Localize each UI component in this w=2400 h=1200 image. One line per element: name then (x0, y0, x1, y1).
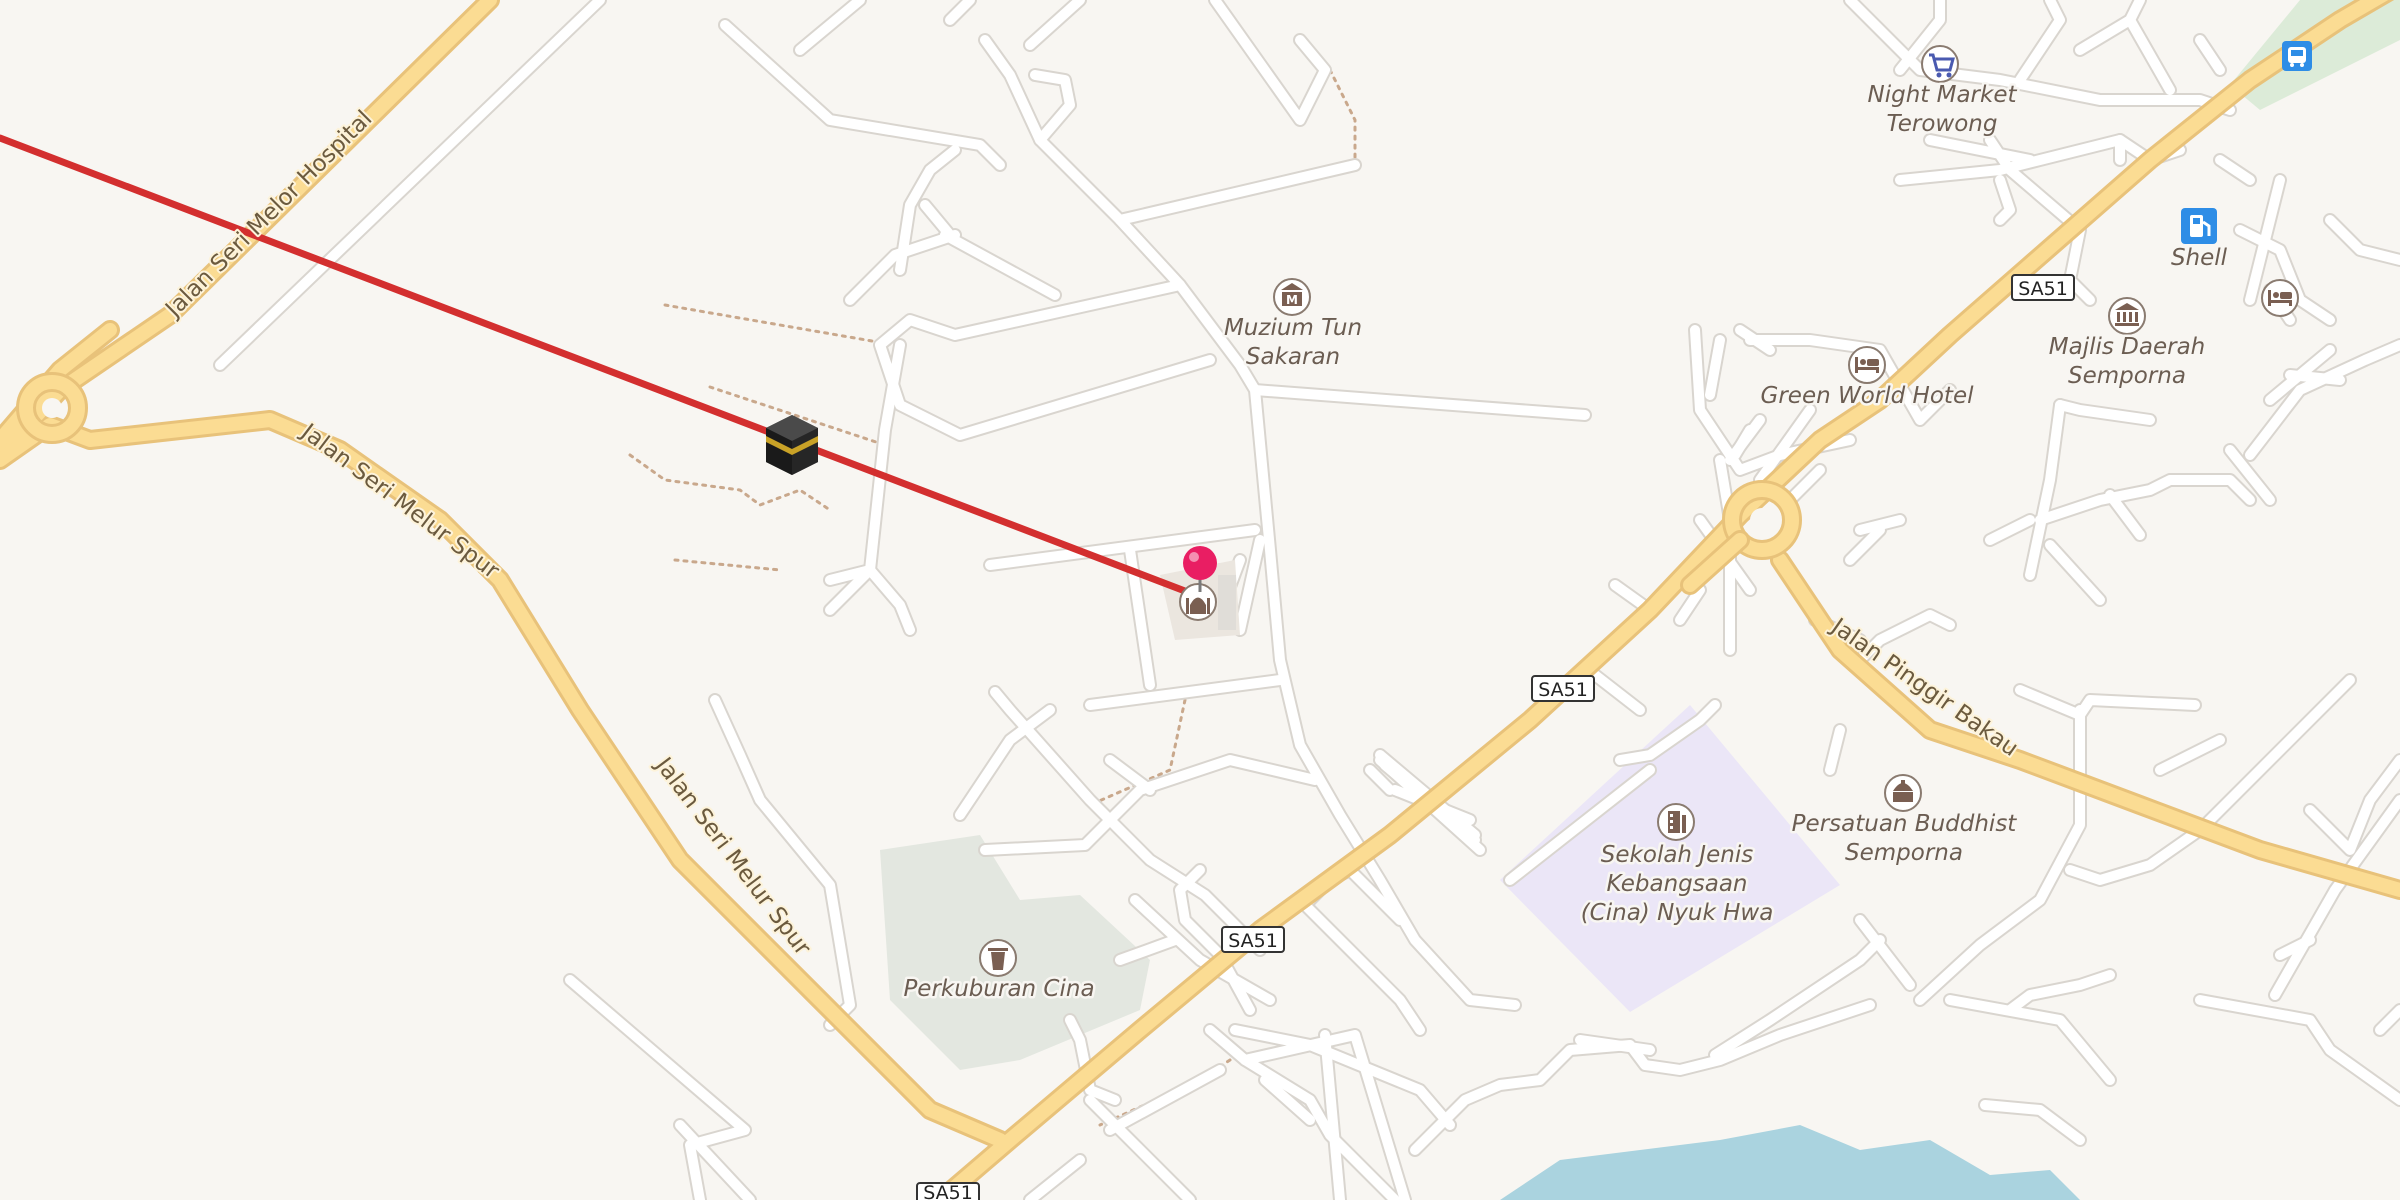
park-area (2230, 0, 2400, 110)
poi-label-majlis-2: Semporna (2068, 363, 2186, 389)
svg-text:M: M (1286, 293, 1298, 307)
route-shield-4: SA51 (916, 1182, 980, 1200)
minor-road-layer (215, 0, 2400, 1200)
water-area (1500, 1125, 2080, 1200)
poi-label-school-1: Sekolah Jenis (1601, 842, 1753, 868)
poi-mosque[interactable] (1179, 583, 1217, 621)
road-label-spur-upper: Jalan Seri Melur Spur (295, 418, 504, 585)
route-shield-2-text: SA51 (1538, 679, 1588, 701)
route-shield-4-text: SA51 (923, 1182, 973, 1200)
poi-bus-stop[interactable] (2282, 41, 2312, 71)
poi-label-shell: Shell (2171, 245, 2228, 271)
kaaba-icon[interactable] (766, 415, 818, 475)
poi-buddhist[interactable]: Persatuan Buddhist Semporna (1789, 774, 2020, 869)
poi-majlis[interactable]: Majlis Daerah Semporna (2046, 297, 2208, 392)
poi-label-majlis-1: Majlis Daerah (2049, 334, 2206, 360)
map-canvas[interactable]: Jalan Seri Melor Hospital Jalan Seri Mel… (0, 0, 2400, 1200)
poi-night-market[interactable]: Night Market Terowong (1865, 45, 2020, 140)
poi-hotel-east[interactable] (2261, 279, 2299, 317)
road-label-pinggir: Jalan Pinggir Bakau (1825, 612, 2023, 761)
route-shield-3: SA51 (1221, 926, 1285, 953)
poi-label-cemetery: Perkuburan Cina (903, 976, 1094, 1002)
route-shield-1-text: SA51 (2018, 278, 2068, 300)
poi-label-school-3: (Cina) Nyuk Hwa (1581, 900, 1774, 926)
route-shield-1: SA51 (2011, 274, 2075, 301)
qibla-direction-line (0, 134, 1202, 600)
poi-label-buddhist-2: Semporna (1845, 840, 1963, 866)
poi-label-night-market-2: Terowong (1887, 111, 1998, 137)
poi-label-buddhist-1: Persatuan Buddhist (1792, 811, 2018, 837)
poi-shell[interactable]: Shell (2168, 208, 2230, 274)
route-shield-3-text: SA51 (1228, 930, 1278, 952)
poi-label-museum-1: Muzium Tun (1224, 315, 1362, 341)
poi-label-night-market-1: Night Market (1868, 82, 2018, 108)
poi-label-school-2: Kebangsaan (1606, 871, 1747, 897)
poi-green-world-hotel[interactable]: Green World Hotel (1758, 346, 1977, 412)
poi-label-museum-2: Sakaran (1246, 344, 1340, 370)
route-shield-2: SA51 (1531, 675, 1595, 702)
poi-museum[interactable]: M Muzium Tun Sakaran (1221, 278, 1365, 373)
map-view[interactable]: Jalan Seri Melor Hospital Jalan Seri Mel… (0, 0, 2400, 1200)
poi-label-green-world-hotel: Green World Hotel (1761, 383, 1975, 409)
